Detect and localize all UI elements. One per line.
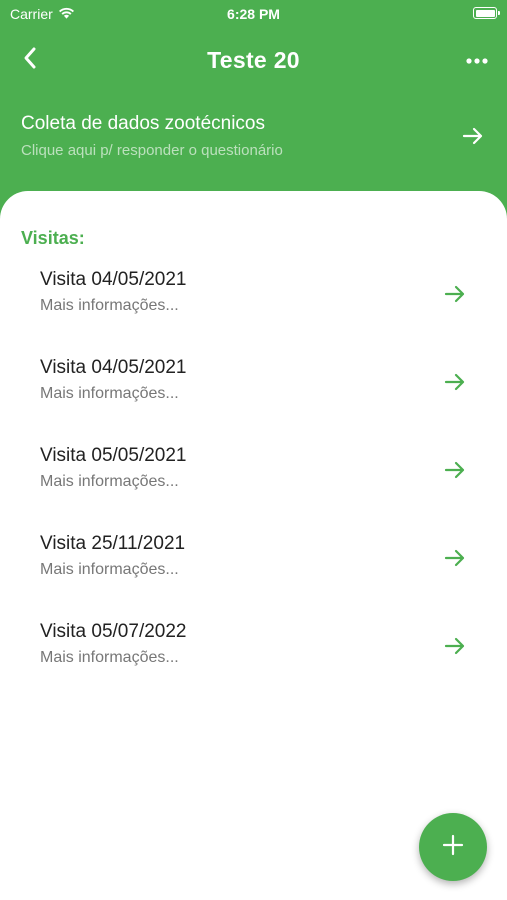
visit-item[interactable]: Visita 25/11/2021 Mais informações...: [0, 523, 507, 611]
survey-banner[interactable]: Coleta de dados zootécnicos Clique aqui …: [0, 104, 507, 174]
arrow-right-icon: [461, 124, 485, 153]
visit-more-info: Mais informações...: [40, 473, 179, 490]
survey-title: Coleta de dados zootécnicos: [21, 113, 265, 134]
visit-date: Visita 05/05/2021: [40, 445, 187, 466]
visit-date: Visita 04/05/2021: [40, 357, 187, 378]
plus-icon: [442, 834, 464, 861]
survey-subtitle: Clique aqui p/ responder o questionário: [21, 142, 283, 159]
visit-item[interactable]: Visita 05/07/2022 Mais informações...: [0, 611, 507, 699]
visit-date: Visita 04/05/2021: [40, 269, 187, 290]
visit-date: Visita 25/11/2021: [40, 533, 186, 554]
visit-more-info: Mais informações...: [40, 297, 179, 314]
visit-more-info: Mais informações...: [40, 385, 179, 402]
battery-icon: [473, 7, 500, 19]
visit-more-info: Mais informações...: [40, 561, 179, 578]
arrow-right-icon: [443, 370, 467, 399]
more-options-button[interactable]: [463, 46, 491, 74]
status-time: 6:28 PM: [227, 6, 280, 22]
visit-list: Visita 04/05/2021 Mais informações... Vi…: [0, 259, 507, 699]
visit-item[interactable]: Visita 04/05/2021 Mais informações...: [0, 259, 507, 347]
visit-item[interactable]: Visita 04/05/2021 Mais informações...: [0, 347, 507, 435]
visit-more-info: Mais informações...: [40, 649, 179, 666]
content-card: Visitas: Visita 04/05/2021 Mais informaç…: [0, 191, 507, 900]
visit-item[interactable]: Visita 05/05/2021 Mais informações...: [0, 435, 507, 523]
page-title: Teste 20: [207, 47, 300, 73]
arrow-right-icon: [443, 634, 467, 663]
visit-date: Visita 05/07/2022: [40, 621, 187, 642]
arrow-right-icon: [443, 282, 467, 311]
arrow-right-icon: [443, 458, 467, 487]
visits-section-title: Visitas:: [21, 228, 85, 248]
arrow-right-icon: [443, 546, 467, 575]
nav-bar: Teste 20: [0, 40, 507, 80]
status-bar: Carrier 6:28 PM: [0, 0, 507, 28]
more-horizontal-icon: [466, 51, 488, 69]
add-visit-button[interactable]: [419, 813, 487, 881]
